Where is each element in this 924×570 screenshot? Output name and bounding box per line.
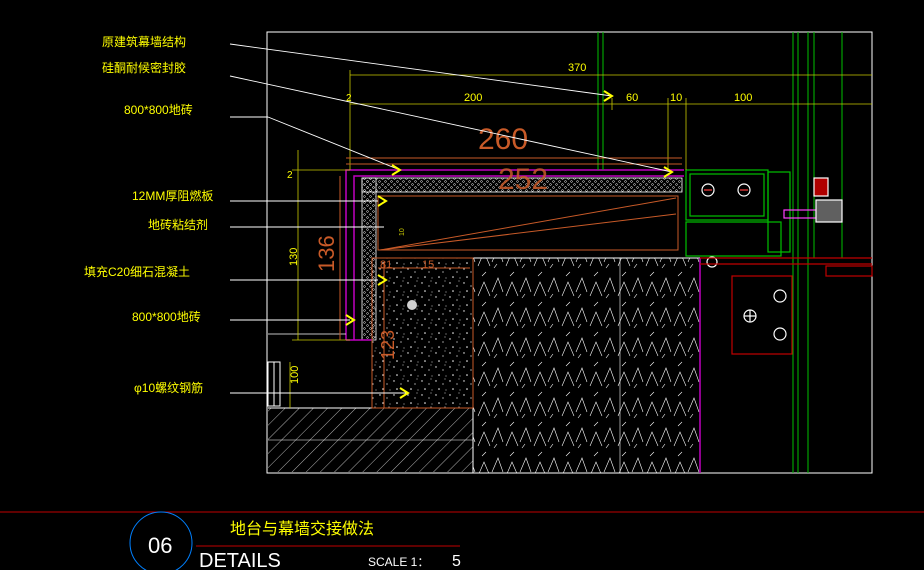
dim-10-small: 10 (399, 228, 406, 236)
detail-title-cn: 地台与幕墙交接做法 (230, 520, 374, 538)
dim-370: 370 (568, 62, 586, 74)
annotation-labels: 原建筑幕墙结构 硅酮耐候密封胶 800*800地砖 12MM厚阻燃板 地砖粘结剂… (84, 34, 213, 395)
label-board: 12MM厚阻燃板 (132, 188, 213, 203)
dim-81: 81 (380, 259, 392, 271)
dim-252: 252 (498, 163, 548, 196)
dim-200: 200 (464, 92, 482, 104)
aluminum-profile (685, 169, 843, 268)
label-sealant: 硅酮耐候密封胶 (102, 60, 186, 75)
label-rebar: φ10螺纹钢筋 (134, 380, 203, 395)
label-existing-structure: 原建筑幕墙结构 (102, 34, 186, 49)
floor-slab (268, 407, 473, 472)
scale-value: 5 (452, 553, 461, 570)
label-adhesive: 地砖粘结剂 (148, 217, 208, 232)
dim-123: 123 (378, 330, 398, 360)
details-label: DETAILS (199, 550, 281, 570)
rebar-left (267, 361, 281, 407)
scale-label: SCALE 1： (368, 555, 429, 569)
curtain-wall-panel (472, 257, 701, 474)
dim-10: 10 (670, 92, 682, 104)
label-concrete: 填充C20细石混凝土 (84, 264, 190, 279)
label-tile-side: 800*800地砖 (132, 309, 201, 324)
cad-detail-drawing: 370 200 60 10 100 2 260 252 2 130 136 81… (0, 31, 924, 570)
dim-130: 130 (288, 248, 300, 266)
label-tile-top: 800*800地砖 (124, 102, 193, 117)
dim-100: 100 (734, 92, 752, 104)
dim-15: 15 (422, 259, 434, 271)
detail-number: 06 (148, 533, 172, 558)
steel-bracket (700, 257, 873, 355)
dim-100-left: 100 (289, 366, 301, 384)
dim-136: 136 (314, 235, 339, 272)
dim-60: 60 (626, 92, 638, 104)
dim-2-left: 2 (287, 170, 293, 181)
